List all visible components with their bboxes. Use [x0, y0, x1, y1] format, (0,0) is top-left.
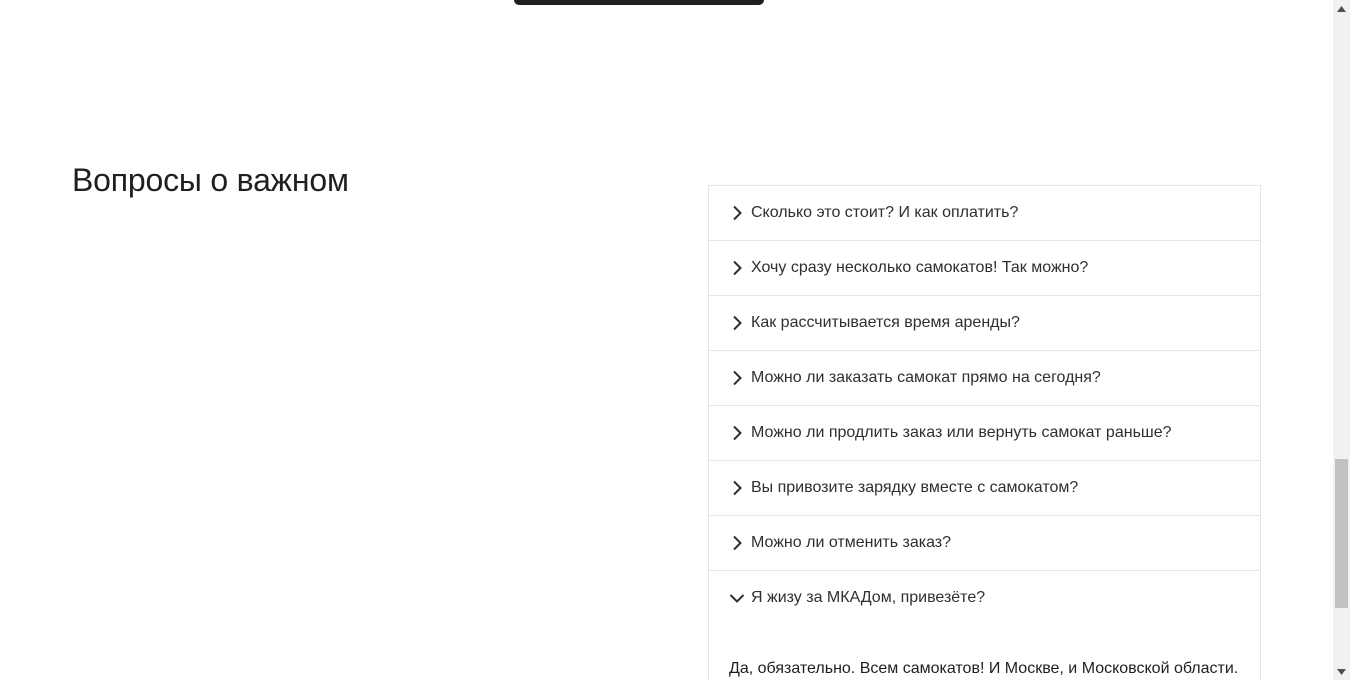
faq-item[interactable]: Можно ли заказать самокат прямо на сегод… [709, 351, 1260, 406]
faq-question-text: Как рассчитывается время аренды? [751, 314, 1020, 331]
chevron-right-icon [729, 370, 745, 386]
faq-question-text: Можно ли продлить заказ или вернуть само… [751, 424, 1172, 441]
chevron-right-icon [729, 480, 745, 496]
faq-question-button[interactable]: Можно ли отменить заказ? [709, 516, 1260, 570]
faq-question-button[interactable]: Можно ли продлить заказ или вернуть само… [709, 406, 1260, 460]
chevron-down-icon [729, 590, 745, 606]
faq-question-text: Хочу сразу несколько самокатов! Так можн… [751, 259, 1089, 276]
chevron-right-icon [729, 260, 745, 276]
vertical-scrollbar[interactable] [1333, 0, 1350, 680]
page: Вопросы о важном Сколько это стоит? И ка… [0, 0, 1333, 680]
faq-item[interactable]: Можно ли отменить заказ? [709, 516, 1260, 571]
faq-question-text: Можно ли отменить заказ? [751, 534, 952, 551]
faq-question-text: Вы привозите зарядку вместе с самокатом? [751, 479, 1079, 496]
scroll-down-arrow-icon[interactable] [1333, 663, 1350, 680]
faq-question-button[interactable]: Вы привозите зарядку вместе с самокатом? [709, 461, 1260, 515]
faq-question-button[interactable]: Я жизу за МКАДом, привезёте? [709, 571, 1260, 625]
faq-question-text: Можно ли заказать самокат прямо на сегод… [751, 369, 1101, 386]
faq-item[interactable]: Как рассчитывается время аренды? [709, 296, 1260, 351]
faq-question-button[interactable]: Хочу сразу несколько самокатов! Так можн… [709, 241, 1260, 295]
section-title: Вопросы о важном [72, 162, 349, 198]
chevron-right-icon [729, 535, 745, 551]
faq-question-button[interactable]: Как рассчитывается время аренды? [709, 296, 1260, 350]
faq-item[interactable]: Сколько это стоит? И как оплатить? [709, 186, 1260, 241]
scroll-up-arrow-icon[interactable] [1333, 0, 1350, 17]
faq-question-button[interactable]: Можно ли заказать самокат прямо на сегод… [709, 351, 1260, 405]
chevron-right-icon [729, 315, 745, 331]
faq-item[interactable]: Можно ли продлить заказ или вернуть само… [709, 406, 1260, 461]
scrollbar-thumb[interactable] [1335, 459, 1348, 608]
chevron-right-icon [729, 205, 745, 221]
faq-item[interactable]: Вы привозите зарядку вместе с самокатом? [709, 461, 1260, 516]
faq-question-button[interactable]: Сколько это стоит? И как оплатить? [709, 186, 1260, 240]
faq-answer-text: Да, обязательно. Всем самокатов! И Москв… [729, 660, 1239, 677]
faq-item-expanded[interactable]: Я жизу за МКАДом, привезёте? Да, обязате… [709, 571, 1260, 680]
faq-question-text: Я жизу за МКАДом, привезёте? [751, 589, 986, 606]
faq-accordion: Сколько это стоит? И как оплатить? Хочу … [708, 185, 1261, 680]
faq-question-text: Сколько это стоит? И как оплатить? [751, 204, 1019, 221]
faq-item[interactable]: Хочу сразу несколько самокатов! Так можн… [709, 241, 1260, 296]
chevron-right-icon [729, 425, 745, 441]
top-button-edge[interactable] [514, 0, 764, 5]
